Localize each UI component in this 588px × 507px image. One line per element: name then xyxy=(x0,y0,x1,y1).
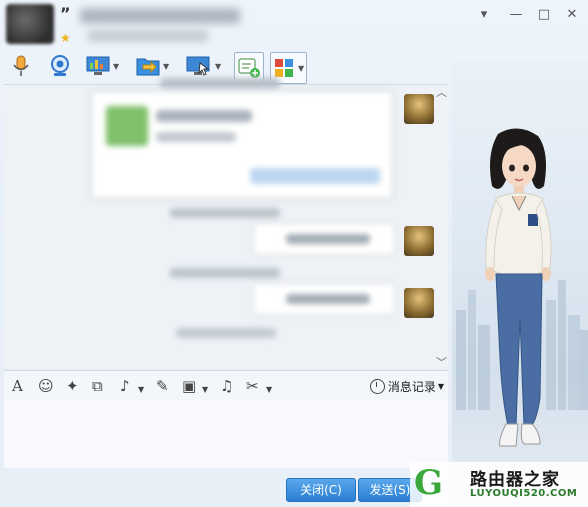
send-file-button[interactable]: ▼ xyxy=(136,52,169,80)
magic-wand-icon[interactable]: ✦ xyxy=(66,377,79,395)
edit-icon[interactable]: ✎ xyxy=(156,377,169,395)
message-text-blurred xyxy=(286,234,370,244)
sender-avatar[interactable] xyxy=(404,288,434,318)
watermark-url: LUYOUQI520.COM xyxy=(470,488,578,499)
quote-mark: ” xyxy=(60,4,71,23)
font-icon[interactable]: A xyxy=(12,377,23,395)
screen-share-button[interactable]: ▼ xyxy=(86,52,119,80)
screen-share-icon xyxy=(86,56,110,75)
card-thumbnail-blurred xyxy=(106,106,148,146)
minimize-button[interactable]: — xyxy=(506,6,526,24)
sender-avatar[interactable] xyxy=(404,226,434,256)
app-add-icon xyxy=(238,58,260,78)
microphone-button[interactable] xyxy=(10,52,32,80)
webcam-icon xyxy=(51,55,69,76)
chevron-down-icon[interactable]: ▼ xyxy=(138,381,144,399)
remote-desktop-icon xyxy=(186,56,210,76)
screenshot-icon[interactable]: ⧉ xyxy=(92,377,103,395)
message-history-button[interactable]: 消息记录 ▼ xyxy=(369,378,444,395)
chevron-down-icon[interactable]: ▼ xyxy=(202,381,208,399)
maximize-button[interactable]: □ xyxy=(534,6,554,24)
message-time-blurred xyxy=(176,328,276,338)
card-text-blurred xyxy=(156,132,236,142)
watermark-title: 路由器之家 xyxy=(470,470,560,490)
chevron-down-icon[interactable]: ▼ xyxy=(113,62,119,71)
message-history-label: 消息记录 xyxy=(387,380,436,394)
apps-grid-icon xyxy=(275,59,293,77)
window-menu-button[interactable]: ▾ xyxy=(474,6,494,24)
video-call-button[interactable] xyxy=(48,52,72,80)
message-time-blurred xyxy=(160,78,280,88)
watermark-logo-icon: G xyxy=(414,463,444,503)
message-time-blurred xyxy=(170,208,280,218)
scroll-up-icon[interactable]: ︿ xyxy=(436,84,447,100)
card-title-blurred xyxy=(156,110,252,122)
contact-avatar[interactable] xyxy=(6,4,54,44)
message-time-blurred xyxy=(170,268,280,278)
scroll-down-icon[interactable]: ﹀ xyxy=(436,354,447,370)
input-toolbar: A ☺ ✦ ⧉ ♪ ▼ ✎ ▣ ▼ ♫ ✂ ▼ 消息记录 ▼ xyxy=(4,370,448,401)
star-icon: ★ xyxy=(60,31,71,45)
image-icon[interactable]: ▣ xyxy=(182,377,196,395)
chevron-down-icon[interactable]: ▼ xyxy=(215,62,221,71)
file-transfer-icon xyxy=(136,58,160,76)
sender-avatar[interactable] xyxy=(404,94,434,124)
message-text-blurred xyxy=(286,294,370,304)
chevron-down-icon[interactable]: ▼ xyxy=(298,64,304,73)
voice-message-icon[interactable]: ♪ xyxy=(120,377,130,395)
close-window-button[interactable]: ✕ xyxy=(562,6,582,24)
contact-signature-blurred xyxy=(88,30,208,42)
clock-icon xyxy=(369,379,385,394)
close-button[interactable]: 关闭(C) xyxy=(286,478,356,502)
chevron-down-icon: ▼ xyxy=(437,382,444,391)
chevron-down-icon[interactable]: ▼ xyxy=(163,62,169,71)
card-links-blurred xyxy=(250,168,380,184)
scissors-icon[interactable]: ✂ xyxy=(246,377,259,395)
message-input[interactable] xyxy=(4,400,448,468)
remote-assist-button[interactable]: ▼ xyxy=(186,52,221,80)
music-icon[interactable]: ♫ xyxy=(220,377,233,395)
avatar-character-image xyxy=(485,128,552,447)
emoji-icon[interactable]: ☺ xyxy=(38,377,54,395)
microphone-icon xyxy=(13,55,29,76)
contact-name-blurred xyxy=(80,8,240,24)
chevron-down-icon[interactable]: ▼ xyxy=(266,381,272,399)
